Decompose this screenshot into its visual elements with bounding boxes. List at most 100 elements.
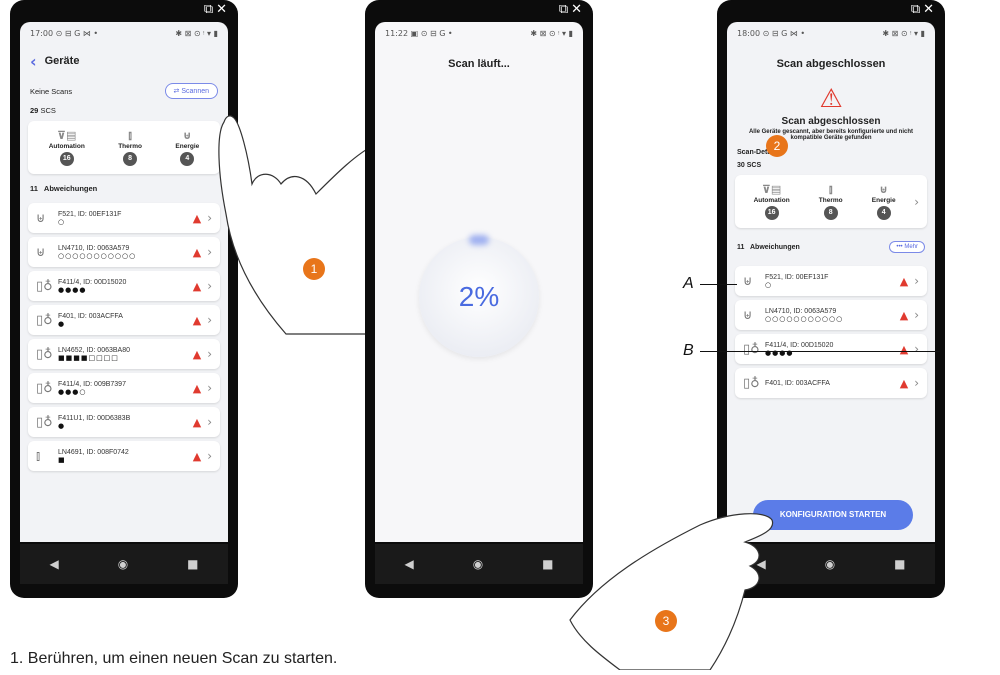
chevron-right-icon: › <box>207 381 212 395</box>
device-row[interactable]: ▯♁ F401, ID: 003ACFFA ▲ › <box>735 368 927 398</box>
window-controls[interactable]: ⧉✕ <box>204 2 230 17</box>
chevron-right-icon: › <box>914 342 919 356</box>
android-nav-bar: ◀ ◉ ■ <box>20 544 228 584</box>
light-icon: ▯♁ <box>36 278 53 294</box>
device-row[interactable]: ⊎ F521, ID: 00EF131F ○ ▲ › <box>28 203 220 233</box>
more-button[interactable]: ••• Mehr <box>889 241 925 253</box>
category-count: 8 <box>823 206 838 220</box>
leader-line-a <box>700 284 737 285</box>
device-count: 29 <box>30 106 39 115</box>
status-icons: ✱ ⊠ ⊙ ᵎ ▾ ▮ <box>175 28 218 38</box>
device-info: F411U1, ID: 00D6383B ● <box>58 415 193 430</box>
warning-icon: ▲ <box>899 274 909 288</box>
window-controls[interactable]: ⧉✕ <box>559 2 585 17</box>
scan-button-label: Scannen <box>181 88 209 95</box>
device-info: F411/4, ID: 00D15020 ●●●● <box>765 342 900 357</box>
chevron-right-icon: › <box>914 194 919 209</box>
protocol-label: SCS <box>40 106 56 115</box>
category-label: Thermo <box>118 143 143 150</box>
deviations-count: 11 <box>737 243 745 251</box>
nav-back-icon[interactable]: ◀ <box>49 557 58 571</box>
nav-recent-icon[interactable]: ■ <box>542 557 553 571</box>
device-status-dots: ●●●● <box>765 348 794 357</box>
nav-home-icon[interactable]: ◉ <box>118 557 128 571</box>
deviations-label: Abweichungen <box>749 243 800 251</box>
category-label: Automation <box>753 197 790 204</box>
callout-2: 2 <box>766 135 788 157</box>
category-thermo: ⫾ Thermo 8 <box>819 183 843 220</box>
screen-title: Scan abgeschlossen <box>776 58 886 70</box>
device-info: LN4710, ID: 0063A579 ○○○○○○○○○○○ <box>765 308 900 323</box>
hand-pointer-3 <box>569 513 774 670</box>
phone-2: ⧉✕ 11:22 ▣ ⊙ ⊟ G • ✱ ⊠ ⊙ ᵎ ▾ ▮ Scan läuf… <box>365 0 593 598</box>
device-status-dots: ●●●○ <box>58 387 87 396</box>
device-row[interactable]: ▯♁ LN4652, ID: 0063BA80 ■■■■□□□□ ▲ › <box>28 339 220 369</box>
device-name: F411/4, ID: 00D15020 <box>765 341 834 349</box>
device-row[interactable]: ▯♁ F411/4, ID: 00D15020 ●●●● ▲ › <box>28 271 220 301</box>
device-info: F401, ID: 003ACFFA <box>765 380 900 387</box>
device-name: F401, ID: 003ACFFA <box>58 312 123 320</box>
scan-button[interactable]: ⇄ Scannen <box>164 83 218 99</box>
status-time: 17:00 ⊙ ⊟ G ⋈ • <box>30 28 99 38</box>
protocol-label: SCS <box>746 162 762 169</box>
device-row[interactable]: ⊎ LN4710, ID: 0063A579 ○○○○○○○○○○○ ▲ › <box>28 237 220 267</box>
window-controls[interactable]: ⧉✕ <box>911 2 937 17</box>
instruction-caption: 1. Berühren, um einen neuen Scan zu star… <box>10 650 338 667</box>
callout-3: 3 <box>655 610 677 632</box>
result-text: Alle Geräte gescannt, aber bereits konfi… <box>748 129 914 141</box>
device-name: F521, ID: 00EF131F <box>58 210 122 218</box>
category-thermo: ⫾ Thermo 8 <box>118 129 142 166</box>
warning-icon: ▲ <box>192 415 202 429</box>
status-bar: 11:22 ▣ ⊙ ⊟ G • ✱ ⊠ ⊙ ᵎ ▾ ▮ <box>375 22 583 44</box>
nav-recent-icon[interactable]: ■ <box>894 557 905 571</box>
result-title: Scan abgeschlossen <box>781 116 881 127</box>
device-row[interactable]: ▯♁ F401, ID: 003ACFFA ● ▲ › <box>28 305 220 335</box>
device-name: F411/4, ID: 009B7397 <box>58 380 126 388</box>
status-time: 18:00 ⊙ ⊟ G ⋈ • <box>737 28 806 38</box>
device-info: F411/4, ID: 00D15020 ●●●● <box>58 279 193 294</box>
device-row[interactable]: ⫾ LN4691, ID: 008F0742 ■ ▲ › <box>28 441 220 471</box>
chevron-right-icon: › <box>207 449 212 463</box>
device-name: LN4691, ID: 008F0742 <box>58 448 129 456</box>
device-status-dots: ■ <box>58 455 66 464</box>
category-automation: ⊽▤ Automation 16 <box>49 129 85 166</box>
warning-icon: ▲ <box>899 308 909 322</box>
deviations-count: 11 <box>30 184 38 193</box>
light-icon: ▯♁ <box>743 341 760 357</box>
page-title: Geräte <box>44 55 80 67</box>
category-summary[interactable]: ⊽▤ Automation 16 ⫾ Thermo 8 ⊎ Energie 4 … <box>735 175 927 228</box>
android-nav-bar: ◀ ◉ ■ <box>375 544 583 584</box>
light-icon: ▯♁ <box>743 375 760 391</box>
category-label: Thermo <box>818 197 843 204</box>
nav-home-icon[interactable]: ◉ <box>473 557 483 571</box>
automation-icon: ⊽▤ <box>57 129 77 142</box>
category-summary[interactable]: ⊽▤ Automation 16 ⫾ Thermo 8 ⊎ Energie 4 <box>28 121 220 174</box>
light-icon: ▯♁ <box>36 380 53 396</box>
warning-icon: ▲ <box>899 342 909 356</box>
nav-home-icon[interactable]: ◉ <box>825 557 835 571</box>
nav-recent-icon[interactable]: ■ <box>187 557 198 571</box>
scan-running-title: Scan läuft... <box>448 58 510 70</box>
nav-back-icon[interactable]: ◀ <box>404 557 413 571</box>
scan-details-label: Scan-Details <box>737 149 780 156</box>
status-icons: ✱ ⊠ ⊙ ᵎ ▾ ▮ <box>530 28 573 38</box>
chevron-right-icon: › <box>914 308 919 322</box>
device-row[interactable]: ▯♁ F411/4, ID: 009B7397 ●●●○ ▲ › <box>28 373 220 403</box>
device-list: ⊎ F521, ID: 00EF131F ○ ▲ › ⊎ LN4710, ID: 0063A… <box>727 266 935 398</box>
device-name: LN4710, ID: 0063A579 <box>765 307 837 315</box>
warning-icon: ▲ <box>899 376 909 390</box>
device-row[interactable]: ▯♁ F411/4, ID: 00D15020 ●●●● ▲ › <box>735 334 927 364</box>
device-row[interactable]: ▯♁ F411U1, ID: 00D6383B ● ▲ › <box>28 407 220 437</box>
device-row[interactable]: ⊎ F521, ID: 00EF131F ○ ▲ › <box>735 266 927 296</box>
chevron-right-icon: › <box>914 376 919 390</box>
scan-complete-screen: 18:00 ⊙ ⊟ G ⋈ • ✱ ⊠ ⊙ ᵎ ▾ ▮ Scan abgesch… <box>727 22 935 542</box>
back-icon[interactable]: ‹ <box>30 52 37 71</box>
device-row[interactable]: ⊎ LN4710, ID: 0063A579 ○○○○○○○○○○○ ▲ › <box>735 300 927 330</box>
progress-percent: 2% <box>458 281 500 312</box>
light-icon: ▯♁ <box>36 312 53 328</box>
plug-icon: ⊎ <box>743 273 753 289</box>
device-info: F411/4, ID: 009B7397 ●●●○ <box>58 381 193 396</box>
status-time: 11:22 ▣ ⊙ ⊟ G • <box>385 28 453 38</box>
device-info: LN4652, ID: 0063BA80 ■■■■□□□□ <box>58 347 193 362</box>
device-name: F411U1, ID: 00D6383B <box>58 414 131 422</box>
